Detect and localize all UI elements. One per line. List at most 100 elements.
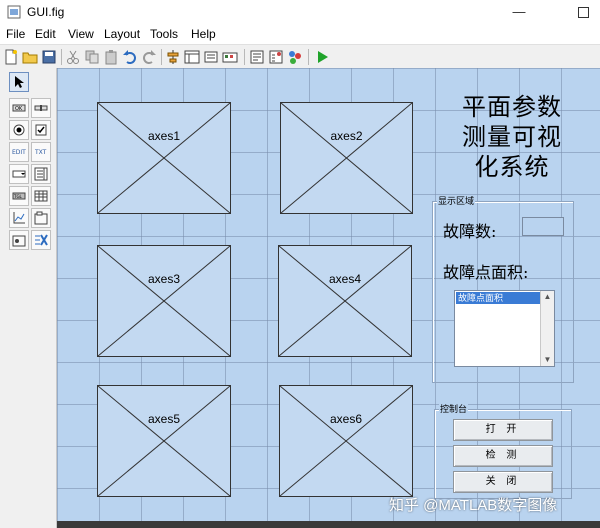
axes-cross-icon <box>98 246 230 356</box>
window-title: GUI.fig <box>27 5 65 19</box>
axes-label: axes1 <box>147 129 181 143</box>
object-browser-icon[interactable] <box>287 49 303 65</box>
title-bar: GUI.fig — <box>0 0 600 24</box>
editor-icon[interactable] <box>249 49 265 65</box>
push-button-icon: OK <box>12 104 26 112</box>
toolbar-separator <box>61 49 62 65</box>
push-button-tool[interactable]: OK <box>9 98 29 118</box>
close-button[interactable]: 关 闭 <box>453 471 553 493</box>
panel-icon <box>34 211 48 225</box>
pointer-icon <box>15 76 24 88</box>
open-button[interactable]: 打 开 <box>453 419 553 441</box>
axes-cross-icon <box>98 386 230 496</box>
menu-bar: File Edit View Layout Tools Help <box>0 24 600 44</box>
menu-edit[interactable]: Edit <box>35 27 56 41</box>
panel-tool[interactable] <box>31 208 51 228</box>
paste-icon[interactable] <box>103 49 119 65</box>
edit-text-tool[interactable]: EDIT <box>9 142 29 162</box>
figure-file-icon <box>7 5 21 19</box>
minimize-button[interactable]: — <box>504 2 534 22</box>
static-text-tool[interactable]: TXT <box>31 142 51 162</box>
axes5-placeholder[interactable]: axes5 <box>97 385 231 497</box>
control-panel-title: 控制台 <box>439 403 469 415</box>
system-title[interactable]: 平面参数 测量可视 化系统 <box>432 92 592 182</box>
listbox-tool[interactable] <box>31 164 51 184</box>
minimize-icon: — <box>512 4 526 19</box>
fault-area-label: 故障点面积: <box>443 263 529 282</box>
display-panel-title: 显示区域 <box>437 195 476 207</box>
new-file-icon[interactable] <box>3 49 19 65</box>
listbox-scrollbar[interactable]: ▲ ▼ <box>540 291 554 366</box>
system-title-line: 测量可视 <box>462 123 562 151</box>
axes-label: axes2 <box>330 129 363 143</box>
select-tool[interactable] <box>9 72 29 92</box>
axes-tool[interactable] <box>9 208 29 228</box>
redo-icon[interactable] <box>141 49 157 65</box>
popup-menu-icon <box>12 170 26 178</box>
axes1-placeholder[interactable]: axes1 <box>97 102 231 214</box>
axes-cross-icon <box>281 103 412 213</box>
popup-menu-tool[interactable] <box>9 164 29 184</box>
maximize-icon <box>577 7 589 19</box>
align-objects-icon[interactable] <box>165 49 181 65</box>
axes2-placeholder[interactable]: axes2 <box>280 102 413 214</box>
menu-tools[interactable]: Tools <box>150 27 178 41</box>
toolbar <box>0 44 600 70</box>
fault-area-listbox[interactable]: 故障点面积 ▲ ▼ <box>454 290 555 367</box>
menu-file[interactable]: File <box>6 27 25 41</box>
menu-help[interactable]: Help <box>191 27 216 41</box>
detect-button[interactable]: 检 测 <box>453 445 553 467</box>
svg-text:TXT: TXT <box>34 149 47 156</box>
watermark: 知乎 @MATLAB数字图像 <box>389 497 558 514</box>
tab-order-icon[interactable] <box>203 49 219 65</box>
activex-control-tool[interactable] <box>31 230 51 250</box>
static-text-icon: TXT <box>34 149 47 156</box>
menu-editor-icon[interactable] <box>184 49 200 65</box>
toggle-button-icon: TGL <box>12 192 26 200</box>
menu-layout[interactable]: Layout <box>104 27 140 41</box>
undo-icon[interactable] <box>122 49 138 65</box>
toolbar-separator <box>244 49 245 65</box>
axes3-placeholder[interactable]: axes3 <box>97 245 231 357</box>
copy-icon[interactable] <box>84 49 100 65</box>
maximize-button[interactable] <box>568 2 598 22</box>
scroll-up-icon[interactable]: ▲ <box>541 291 554 303</box>
radio-button-tool[interactable] <box>9 120 29 140</box>
slider-icon <box>34 105 48 111</box>
cut-icon[interactable] <box>65 49 81 65</box>
axes-cross-icon <box>280 386 412 496</box>
radio-button-icon <box>13 124 25 136</box>
axes-label: axes6 <box>329 412 363 426</box>
svg-text:EDIT: EDIT <box>12 149 26 156</box>
activex-icon <box>35 234 48 246</box>
table-tool[interactable] <box>31 186 51 206</box>
fault-count-field[interactable] <box>522 217 564 236</box>
toggle-button-tool[interactable]: TGL <box>9 186 29 206</box>
open-folder-icon[interactable] <box>22 49 38 65</box>
button-group-tool[interactable] <box>9 230 29 250</box>
scroll-down-icon[interactable]: ▼ <box>541 354 554 366</box>
menu-view[interactable]: View <box>68 27 94 41</box>
property-inspector-icon[interactable] <box>268 49 284 65</box>
svg-text:OK: OK <box>15 106 23 112</box>
toolbar-editor-icon[interactable] <box>222 49 238 65</box>
axes4-placeholder[interactable]: axes4 <box>278 245 412 357</box>
toolbar-separator <box>308 49 309 65</box>
fault-count-label: 故障数: <box>443 222 497 241</box>
axes-label: axes4 <box>328 272 362 286</box>
run-figure-icon[interactable] <box>314 49 330 65</box>
checkbox-tool[interactable] <box>31 120 51 140</box>
table-icon <box>34 190 48 202</box>
axes6-placeholder[interactable]: axes6 <box>279 385 413 497</box>
listbox-icon <box>34 167 48 181</box>
axes-label: axes5 <box>147 412 181 426</box>
axes-icon <box>13 212 25 224</box>
listbox-item[interactable]: 故障点面积 <box>456 292 540 304</box>
axes-cross-icon <box>279 246 411 356</box>
toolbar-separator <box>161 49 162 65</box>
system-title-line: 化系统 <box>474 153 550 181</box>
button-group-icon <box>12 235 26 247</box>
save-icon[interactable] <box>41 49 57 65</box>
slider-tool[interactable] <box>31 98 51 118</box>
checkbox-icon <box>35 124 47 136</box>
